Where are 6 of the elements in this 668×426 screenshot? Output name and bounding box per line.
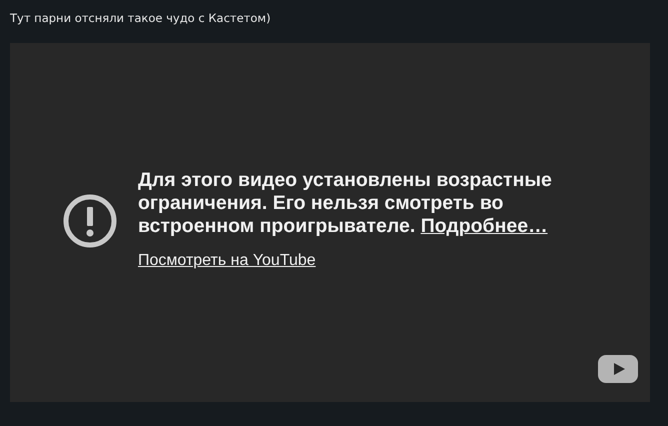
warning-icon xyxy=(62,193,118,249)
age-restriction-message: Для этого видео установлены возрастные ограничения. Его нельзя смотреть во встроенном проигрывателе. Подробнее… xyxy=(138,169,553,238)
post-text: Тут парни отсняли такое чудо с Кастетом) xyxy=(9,10,272,27)
play-logo-icon[interactable] xyxy=(598,355,638,383)
more-link[interactable]: Подробнее… xyxy=(420,215,548,237)
watch-on-youtube-link[interactable]: Посмотреть на YouTube xyxy=(138,252,316,270)
